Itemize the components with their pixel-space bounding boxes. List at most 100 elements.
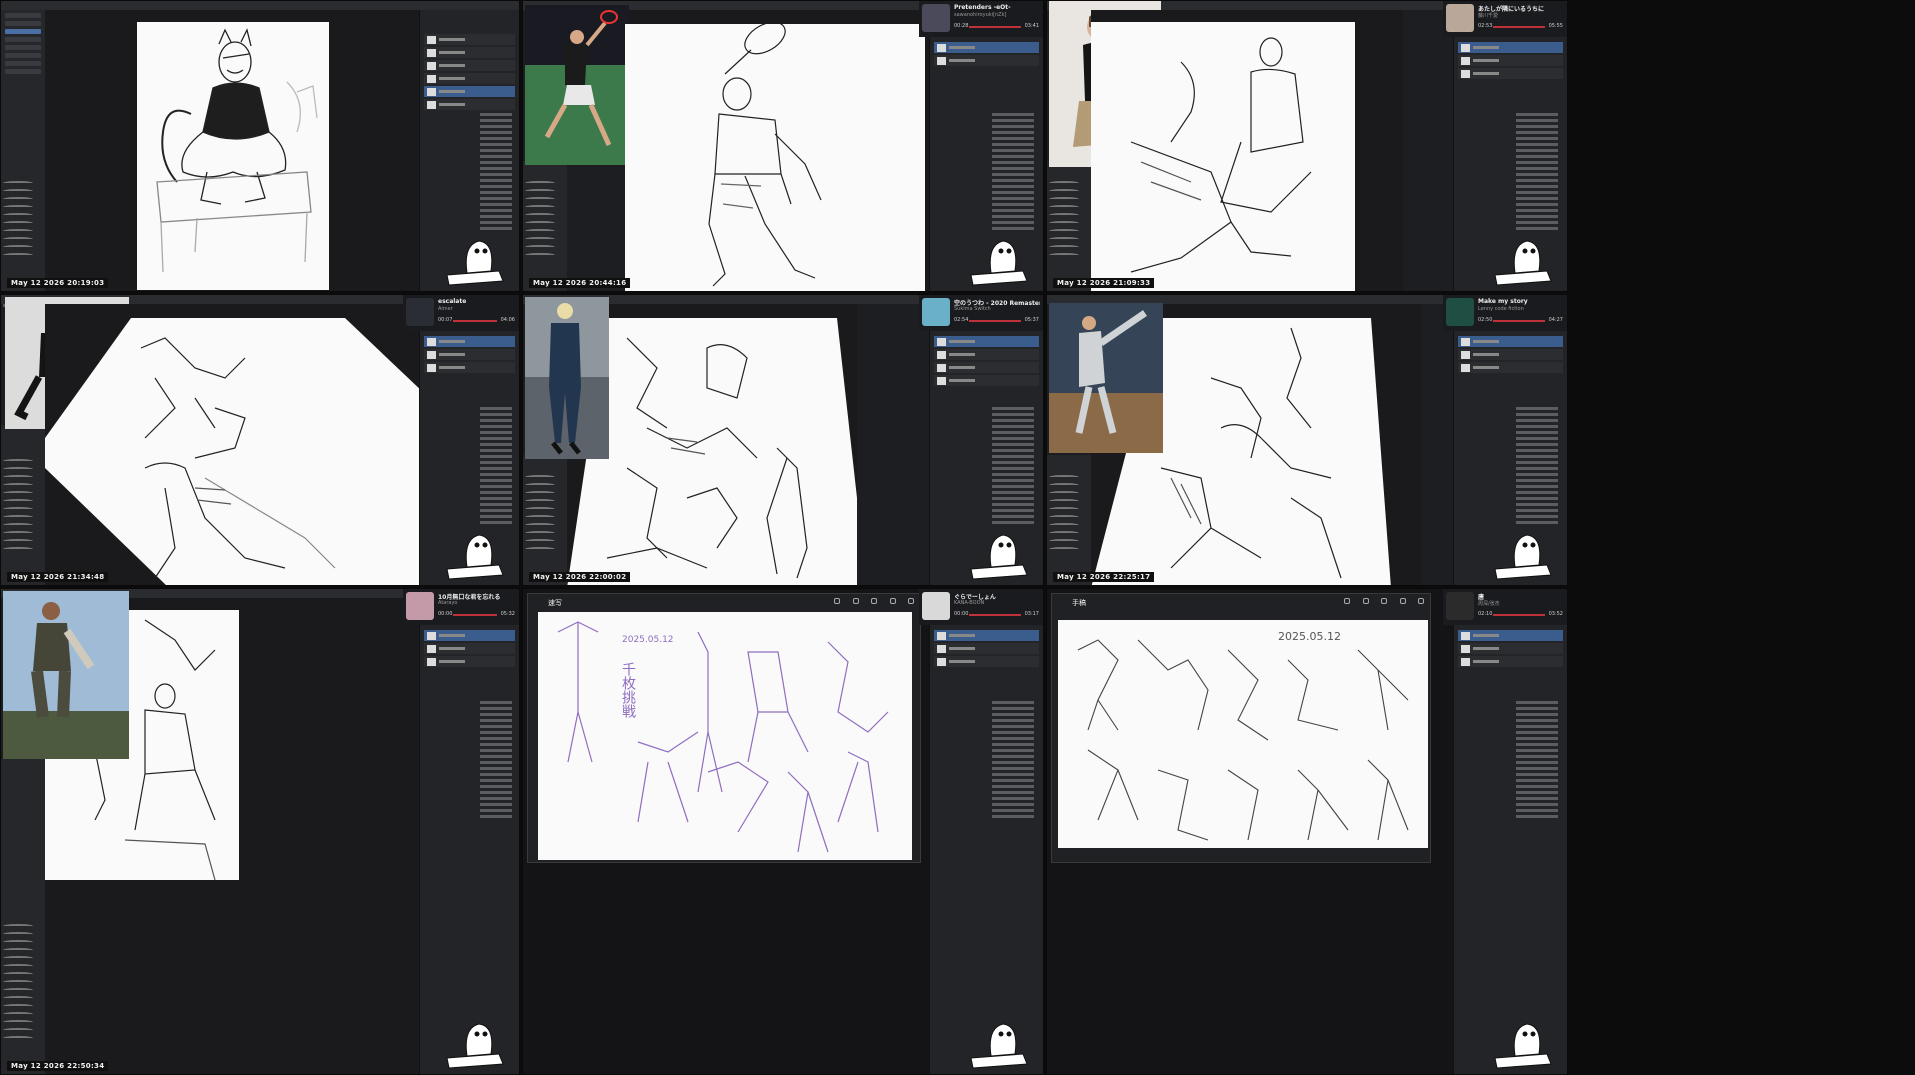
brush-presets[interactable] [3,920,41,1044]
layer-row[interactable] [424,643,515,654]
drawing-canvas[interactable] [137,22,329,290]
layer-row[interactable] [424,47,515,58]
progress-bar[interactable] [1493,320,1545,322]
sketch-image: 2025.05.12 千枚挑戦 [538,612,912,860]
progress-bar[interactable] [969,614,1021,616]
now-playing-widget[interactable]: Make my story Lenny code fiction 02:50 0… [1443,295,1567,331]
menu-bar[interactable] [1,1,519,13]
now-playing-widget[interactable]: あたしが隣にいるうちに 藤川千愛 02:53 05:55 [1443,1,1567,37]
drawing-canvas[interactable] [1091,22,1355,291]
reference-photo[interactable] [1049,303,1163,453]
layer-row[interactable] [424,60,515,71]
brush-presets[interactable] [1049,177,1087,261]
layer-row[interactable] [424,349,515,360]
tool-palette[interactable] [523,455,567,585]
reference-photo[interactable] [525,297,609,459]
layer-row[interactable] [1458,656,1563,667]
layer-row[interactable] [934,375,1039,386]
note-date: 2025.05.12 [622,635,674,645]
layer-row[interactable] [1458,362,1563,373]
close-icon[interactable] [908,598,914,604]
now-playing-widget[interactable]: Pretenders -eOt- sawanohiroyuki[nZk] 00:… [919,1,1043,37]
close-icon[interactable] [1418,598,1424,604]
mascot-icon [446,534,504,580]
layer-row[interactable] [1458,643,1563,654]
layer-row[interactable] [1458,68,1563,79]
layer-row[interactable] [934,336,1039,347]
reference-photo[interactable] [3,591,129,759]
layer-row[interactable] [1458,336,1563,347]
image-viewer-window[interactable]: 手稿 2025.05.12 [1051,593,1431,863]
rotate-icon[interactable] [1362,598,1369,604]
layer-panel[interactable] [419,598,519,1074]
layer-row[interactable] [934,362,1039,373]
zoom-icon[interactable] [834,598,840,604]
layer-row[interactable] [934,656,1039,667]
layer-row[interactable] [934,349,1039,360]
download-icon[interactable] [1381,598,1387,604]
reference-photo[interactable] [525,5,629,165]
progress-bar[interactable] [453,614,497,616]
drawing-canvas[interactable] [625,24,925,291]
layer-row[interactable] [1458,55,1563,66]
tool-palette[interactable] [1,425,45,585]
tool-palette[interactable] [523,161,567,291]
mascot-icon [446,1023,504,1069]
progress-bar[interactable] [453,320,497,322]
brush-presets[interactable] [1049,471,1087,555]
album-cover [1446,4,1474,32]
tool-palette[interactable] [1047,161,1091,291]
layer-row[interactable] [934,42,1039,53]
now-playing-widget[interactable]: 10月無口な君を忘れる Atarayo 00:00 05:32 [403,589,519,625]
layer-row[interactable] [424,630,515,641]
progress-bar[interactable] [969,26,1021,28]
layer-row[interactable] [1458,42,1563,53]
more-icon[interactable] [889,598,896,604]
now-playing-widget[interactable]: ぐらでーしょん KANA-BOON 00:00 03:17 [919,589,1043,625]
viewer-toolbar[interactable] [1344,598,1424,606]
progress-bar[interactable] [1493,26,1545,28]
layer-row[interactable] [424,362,515,373]
image-viewer-window[interactable]: 速写 2025.05.12 千枚挑戦 [527,593,921,863]
layer-row[interactable] [934,643,1039,654]
layer-panel[interactable] [1453,598,1567,1074]
layer-row[interactable] [424,99,515,110]
layer-row[interactable] [934,630,1039,641]
now-playing-widget[interactable]: 唐 周深/张杰 02:10 03:52 [1443,589,1567,625]
brush-presets[interactable] [525,471,563,555]
brush-presets[interactable] [3,455,41,555]
progress-bar[interactable] [1493,614,1545,616]
total-time: 05:32 [500,611,515,617]
more-icon[interactable] [1399,598,1406,604]
elapsed-time: 00:00 [438,611,453,617]
layer-row[interactable] [424,34,515,45]
layer-row[interactable] [424,73,515,84]
layer-row[interactable] [424,86,515,97]
tool-palette[interactable] [1,759,45,1074]
elapsed-time: 00:07 [438,317,453,323]
download-icon[interactable] [871,598,877,604]
now-playing-widget[interactable]: 空のうつわ - 2020 Remaster Sukima Switch 02:5… [919,295,1043,331]
elapsed-time: 02:53 [1478,23,1493,29]
mascot-icon [970,240,1028,286]
brush-presets[interactable] [3,177,41,261]
rotate-icon[interactable] [852,598,859,604]
progress-bar[interactable] [969,320,1021,322]
zoom-icon[interactable] [1344,598,1350,604]
viewer-toolbar[interactable] [834,598,914,606]
layer-row[interactable] [1458,630,1563,641]
layer-panel[interactable] [929,598,1043,1074]
tile-3: あたしが隣にいるうちに 藤川千愛 02:53 05:55 May 12 2026… [1046,0,1568,292]
layer-row[interactable] [424,656,515,667]
tile-5: 空のうつわ - 2020 Remaster Sukima Switch 02:5… [522,294,1044,586]
tool-palette[interactable] [1047,455,1091,585]
brush-presets[interactable] [525,177,563,261]
tool-palette[interactable] [1,10,45,291]
layer-row[interactable] [934,55,1039,66]
drawing-canvas[interactable] [567,318,857,586]
album-cover [406,592,434,620]
layer-row[interactable] [1458,349,1563,360]
now-playing-widget[interactable]: escalate Aimer 00:07 04:06 [403,295,519,331]
drawing-canvas[interactable] [45,318,425,586]
layer-row[interactable] [424,336,515,347]
